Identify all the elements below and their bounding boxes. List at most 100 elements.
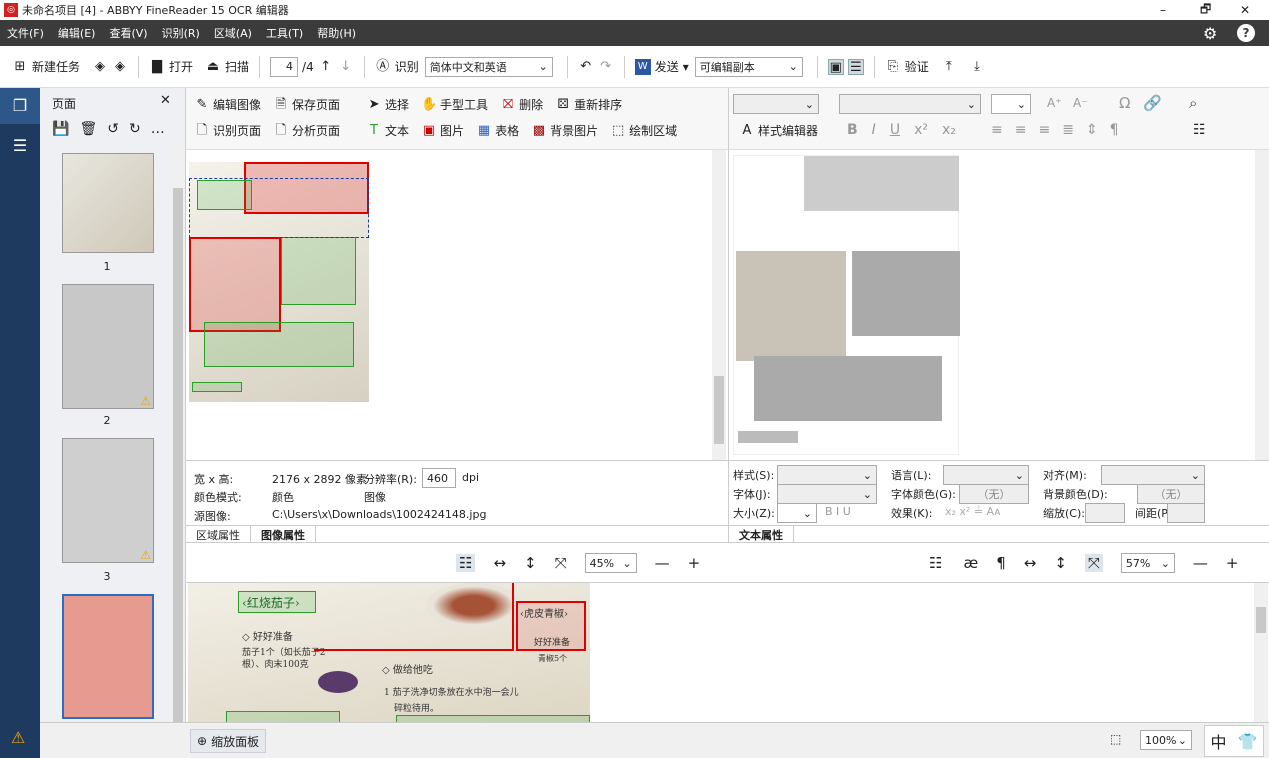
add-steps-button[interactable]: ◈ ◈ <box>86 54 134 80</box>
picture-region-outline[interactable] <box>314 583 514 651</box>
left-zoom-select[interactable]: 45% ⌄ <box>584 553 637 573</box>
status-zoom-select[interactable]: 100% ⌄ <box>1140 730 1192 750</box>
page-thumbnail-selected[interactable] <box>62 594 154 719</box>
style-editor-button[interactable]: A 样式编辑器 <box>739 122 818 139</box>
new-task-button[interactable]: ⊞ 新建任务 <box>6 54 86 80</box>
style-dropdown[interactable]: ⌄ <box>777 465 877 485</box>
table-area-button[interactable]: ▦ 表格 <box>476 122 519 139</box>
help-icon[interactable]: ? <box>1237 24 1255 42</box>
delete-area-button[interactable]: ⛝ 删除 <box>500 96 543 113</box>
page-number-input[interactable]: 4 <box>270 56 299 77</box>
more-icon[interactable]: … <box>151 121 165 137</box>
next-uncertain-button[interactable]: ⤓ <box>963 54 991 80</box>
fit-page-icon[interactable]: ⤧ <box>555 554 567 572</box>
special-char-icon[interactable]: Ω <box>1119 94 1130 112</box>
tab-text-properties[interactable]: 文本属性 <box>729 526 794 543</box>
page-down-icon[interactable]: ↓ <box>338 59 354 75</box>
shrink-font-icon[interactable]: A⁻ <box>1073 96 1088 110</box>
copy-mode-select[interactable]: 可编辑副本 ⌄ <box>694 56 803 77</box>
text-region[interactable] <box>204 322 354 367</box>
hand-tool-button[interactable]: ✋ 手型工具 <box>421 96 488 113</box>
zoom-in-button[interactable]: + <box>1226 554 1239 572</box>
font-size-select[interactable]: ⌄ <box>991 94 1031 114</box>
zoom-panel-button[interactable]: ⊕ 缩放面板 <box>190 729 267 753</box>
pages-nav-icon[interactable]: ❐ <box>0 88 40 124</box>
right-zoom-select[interactable]: 57% ⌄ <box>1120 553 1175 573</box>
maximize-button[interactable]: 🗗 <box>1200 0 1211 21</box>
fit-list-icon[interactable]: ☷ <box>456 554 476 572</box>
paragraph-icon[interactable]: ¶ <box>1110 122 1119 138</box>
ligature-icon[interactable]: æ <box>963 554 978 572</box>
delete-page-icon[interactable]: 🗑 <box>79 121 97 137</box>
menu-tools[interactable]: 工具(T) <box>259 25 310 41</box>
link-icon[interactable]: 🔗 <box>1143 94 1162 112</box>
align-left-icon[interactable]: ≡ <box>991 122 1003 138</box>
text-page[interactable] <box>733 155 960 455</box>
bold-icon[interactable]: B <box>847 122 858 138</box>
scale-input[interactable] <box>1085 503 1125 523</box>
language-dropdown[interactable]: ⌄ <box>943 465 1029 485</box>
settings-gear-icon[interactable]: ⚙ <box>1203 24 1217 43</box>
subscript-icon[interactable]: x₂ <box>942 122 956 138</box>
open-button[interactable]: ▇ 打开 <box>143 54 199 80</box>
justify-icon[interactable]: ≣ <box>1062 122 1074 138</box>
draw-area-button[interactable]: ⬚ 绘制区域 <box>610 122 677 139</box>
fit-width-icon[interactable]: ↔ <box>1024 554 1037 572</box>
minimize-button[interactable]: – <box>1160 3 1166 17</box>
font-select[interactable]: ⌄ <box>839 94 981 114</box>
language-select[interactable]: 简体中文和英语 ⌄ <box>424 56 553 77</box>
zoomed-page[interactable]: ‹红烧茄子› ◇ 好好准备 茄子1个（如长茄子2 根）、肉末100克 ◇ 做给他… <box>188 583 590 723</box>
scan-button[interactable]: ⏏ 扫描 <box>199 54 255 80</box>
fit-width-icon[interactable]: ↔ <box>493 554 506 572</box>
tab-image-properties[interactable]: 图像属性 <box>251 526 316 543</box>
redo-icon[interactable]: ↷ <box>598 59 614 75</box>
grow-font-icon[interactable]: A⁺ <box>1047 96 1062 110</box>
page-thumbnail[interactable]: ⚠ <box>62 284 154 409</box>
prev-uncertain-button[interactable]: ⤒ <box>935 54 963 80</box>
page-thumbnail[interactable]: ⚠ <box>62 438 154 563</box>
line-spacing-icon[interactable]: ⇕ <box>1086 122 1098 138</box>
page-up-icon[interactable]: ↑ <box>318 59 334 75</box>
search-icon[interactable]: ⌕ <box>1189 94 1197 112</box>
text-region[interactable] <box>192 382 242 392</box>
menu-view[interactable]: 查看(V) <box>102 25 154 41</box>
style-select[interactable]: ⌄ <box>733 94 819 114</box>
page-image[interactable] <box>189 162 369 402</box>
analyze-page-button[interactable]: 🗋 分析页面 <box>273 122 340 139</box>
recognize-button[interactable]: Ⓐ 识别 <box>369 54 425 80</box>
image-view-icon[interactable]: ▣ <box>827 58 844 75</box>
spacing-input[interactable] <box>1167 503 1205 523</box>
dpi-input[interactable]: 460 <box>422 468 456 488</box>
tab-area-properties[interactable]: 区域属性 <box>186 526 251 543</box>
paragraph-icon[interactable]: ¶ <box>996 554 1006 572</box>
fit-height-icon[interactable]: ↕ <box>524 554 537 572</box>
fit-height-icon[interactable]: ↕ <box>1054 554 1067 572</box>
text-view-scrollbar[interactable] <box>1255 150 1269 460</box>
undo-icon[interactable]: ↶ <box>578 59 594 75</box>
picture-region[interactable] <box>189 237 281 332</box>
text-settings-icon[interactable]: ☷ <box>1193 122 1206 138</box>
text-area-button[interactable]: T 文本 <box>366 122 409 139</box>
verify-button[interactable]: ⎘ 验证 <box>879 54 935 80</box>
italic-icon[interactable]: I <box>872 122 876 138</box>
fit-list-icon[interactable]: ☷ <box>926 554 945 572</box>
menu-edit[interactable]: 编辑(E) <box>51 25 103 41</box>
zoom-view-scrollbar[interactable] <box>1254 583 1268 723</box>
selection-frame[interactable] <box>189 178 369 238</box>
zoom-out-button[interactable]: — <box>1193 554 1208 572</box>
page-thumbnail[interactable] <box>62 153 154 253</box>
bg-picture-button[interactable]: ▩ 背景图片 <box>531 122 598 139</box>
ime-indicator[interactable]: 中 👕 <box>1204 725 1264 757</box>
font-dropdown[interactable]: ⌄ <box>777 484 877 504</box>
save-page-button[interactable]: 🗎 保存页面 <box>273 96 340 113</box>
reorder-button[interactable]: ⚄ 重新排序 <box>555 96 622 113</box>
select-tool-button[interactable]: ➤ 选择 <box>366 96 409 113</box>
zoom-in-button[interactable]: + <box>688 554 701 572</box>
bg-color-value[interactable]: （无） <box>1137 484 1205 504</box>
menu-recognize[interactable]: 识别(R) <box>155 25 207 41</box>
send-button[interactable]: W 发送 ▾ <box>629 54 695 80</box>
align-dropdown[interactable]: ⌄ <box>1101 465 1205 485</box>
recognize-page-button[interactable]: 🗋 识别页面 <box>194 122 261 139</box>
text-view-icon[interactable]: ☰ <box>847 58 864 75</box>
rotate-right-icon[interactable]: ↻ <box>129 121 141 137</box>
